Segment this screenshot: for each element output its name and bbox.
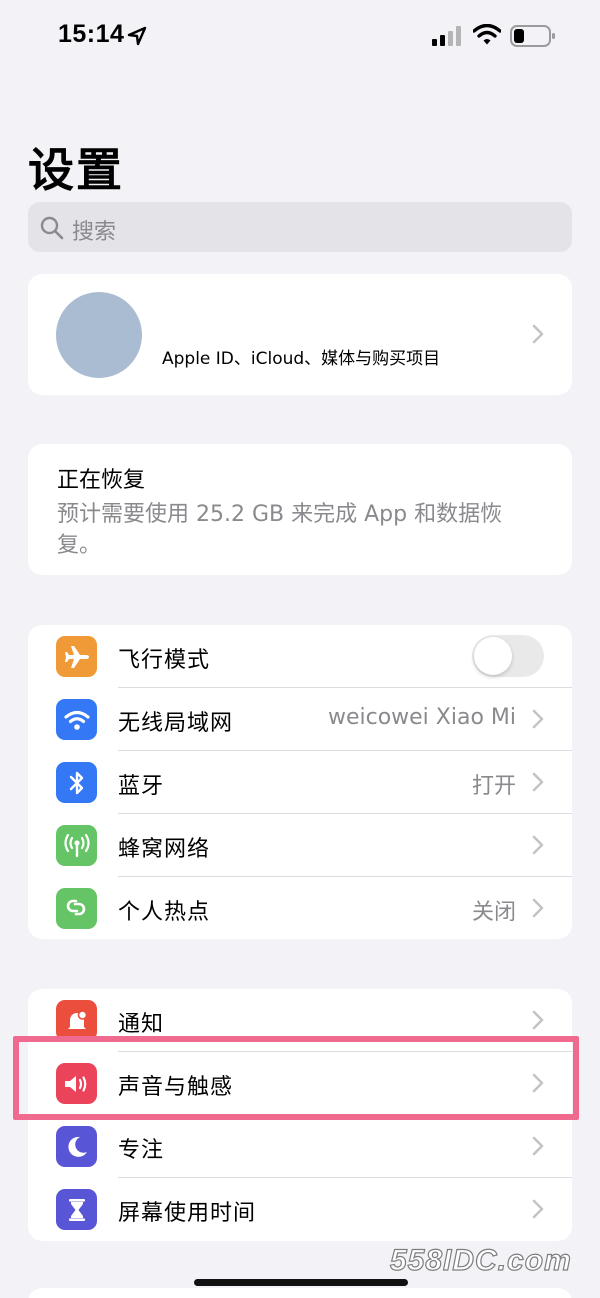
row-value: weicowei Xiao Mi bbox=[327, 705, 516, 730]
highlight-annotation bbox=[13, 1036, 579, 1120]
row-label: 通知 bbox=[118, 1012, 165, 1037]
cellular-signal-icon bbox=[432, 26, 461, 46]
search-icon bbox=[40, 216, 64, 240]
bell-icon bbox=[56, 1000, 97, 1041]
watermark: 558IDC.com bbox=[389, 1243, 572, 1277]
row-label: 无线局域网 bbox=[118, 711, 234, 736]
battery-icon bbox=[510, 25, 555, 47]
location-arrow-icon bbox=[127, 26, 147, 46]
settings-row-cellular[interactable]: 蜂窝网络 bbox=[28, 814, 572, 877]
settings-row-screen-time[interactable]: 屏幕使用时间 bbox=[28, 1178, 572, 1241]
chevron-right-icon bbox=[532, 835, 544, 855]
row-label: 个人热点 bbox=[118, 900, 211, 925]
next-settings-card bbox=[28, 1288, 572, 1298]
row-value: 打开 bbox=[471, 774, 516, 799]
chevron-right-icon bbox=[532, 1199, 544, 1219]
settings-row-focus[interactable]: 专注 bbox=[28, 1115, 572, 1178]
apple-id-subtitle: Apple ID、iCloud、媒体与购买项目 bbox=[162, 349, 441, 369]
search-input[interactable]: 搜索 bbox=[28, 202, 572, 252]
row-label: 蜂窝网络 bbox=[118, 837, 211, 862]
page-title: 设置 bbox=[28, 143, 124, 197]
row-value: 关闭 bbox=[471, 900, 516, 925]
chevron-right-icon bbox=[532, 324, 544, 344]
settings-row-bluetooth[interactable]: 蓝牙 打开 bbox=[28, 751, 572, 814]
chevron-right-icon bbox=[532, 1010, 544, 1030]
hotspot-icon bbox=[56, 888, 97, 929]
status-time: 15:14 bbox=[58, 20, 125, 48]
chevron-right-icon bbox=[532, 709, 544, 729]
wifi-icon bbox=[56, 699, 97, 740]
settings-row-wifi[interactable]: 无线局域网 weicowei Xiao Mi bbox=[28, 688, 572, 751]
row-label: 蓝牙 bbox=[118, 774, 165, 799]
row-label: 专注 bbox=[118, 1138, 165, 1163]
status-bar: 15:14 bbox=[0, 0, 600, 72]
settings-row-airplane-mode: 飞行模式 bbox=[28, 625, 572, 688]
settings-row-hotspot[interactable]: 个人热点 关闭 bbox=[28, 877, 572, 939]
row-label: 飞行模式 bbox=[118, 648, 211, 673]
restore-description: 预计需要使用 25.2 GB 来完成 App 和数据恢复。 bbox=[57, 502, 503, 558]
avatar bbox=[56, 292, 142, 378]
home-indicator[interactable] bbox=[194, 1279, 408, 1286]
search-placeholder: 搜索 bbox=[72, 220, 117, 245]
apple-id-card[interactable]: Apple ID、iCloud、媒体与购买项目 bbox=[28, 274, 572, 395]
toggle-knob bbox=[474, 637, 512, 675]
restore-card: 正在恢复 预计需要使用 25.2 GB 来完成 App 和数据恢复。 bbox=[28, 444, 572, 575]
airplane-mode-toggle[interactable] bbox=[472, 635, 544, 677]
moon-icon bbox=[56, 1126, 97, 1167]
connectivity-group: 飞行模式 无线局域网 weicowei Xiao Mi 蓝牙 打开 蜂窝网络 个… bbox=[28, 625, 572, 939]
chevron-right-icon bbox=[532, 1136, 544, 1156]
row-label: 屏幕使用时间 bbox=[118, 1201, 257, 1226]
restore-title: 正在恢复 bbox=[57, 468, 146, 493]
airplane-icon bbox=[56, 636, 97, 677]
chevron-right-icon bbox=[532, 898, 544, 918]
chevron-right-icon bbox=[532, 772, 544, 792]
hourglass-icon bbox=[56, 1189, 97, 1230]
bluetooth-icon bbox=[56, 762, 97, 803]
antenna-icon bbox=[56, 825, 97, 866]
wifi-status-icon bbox=[473, 24, 501, 45]
